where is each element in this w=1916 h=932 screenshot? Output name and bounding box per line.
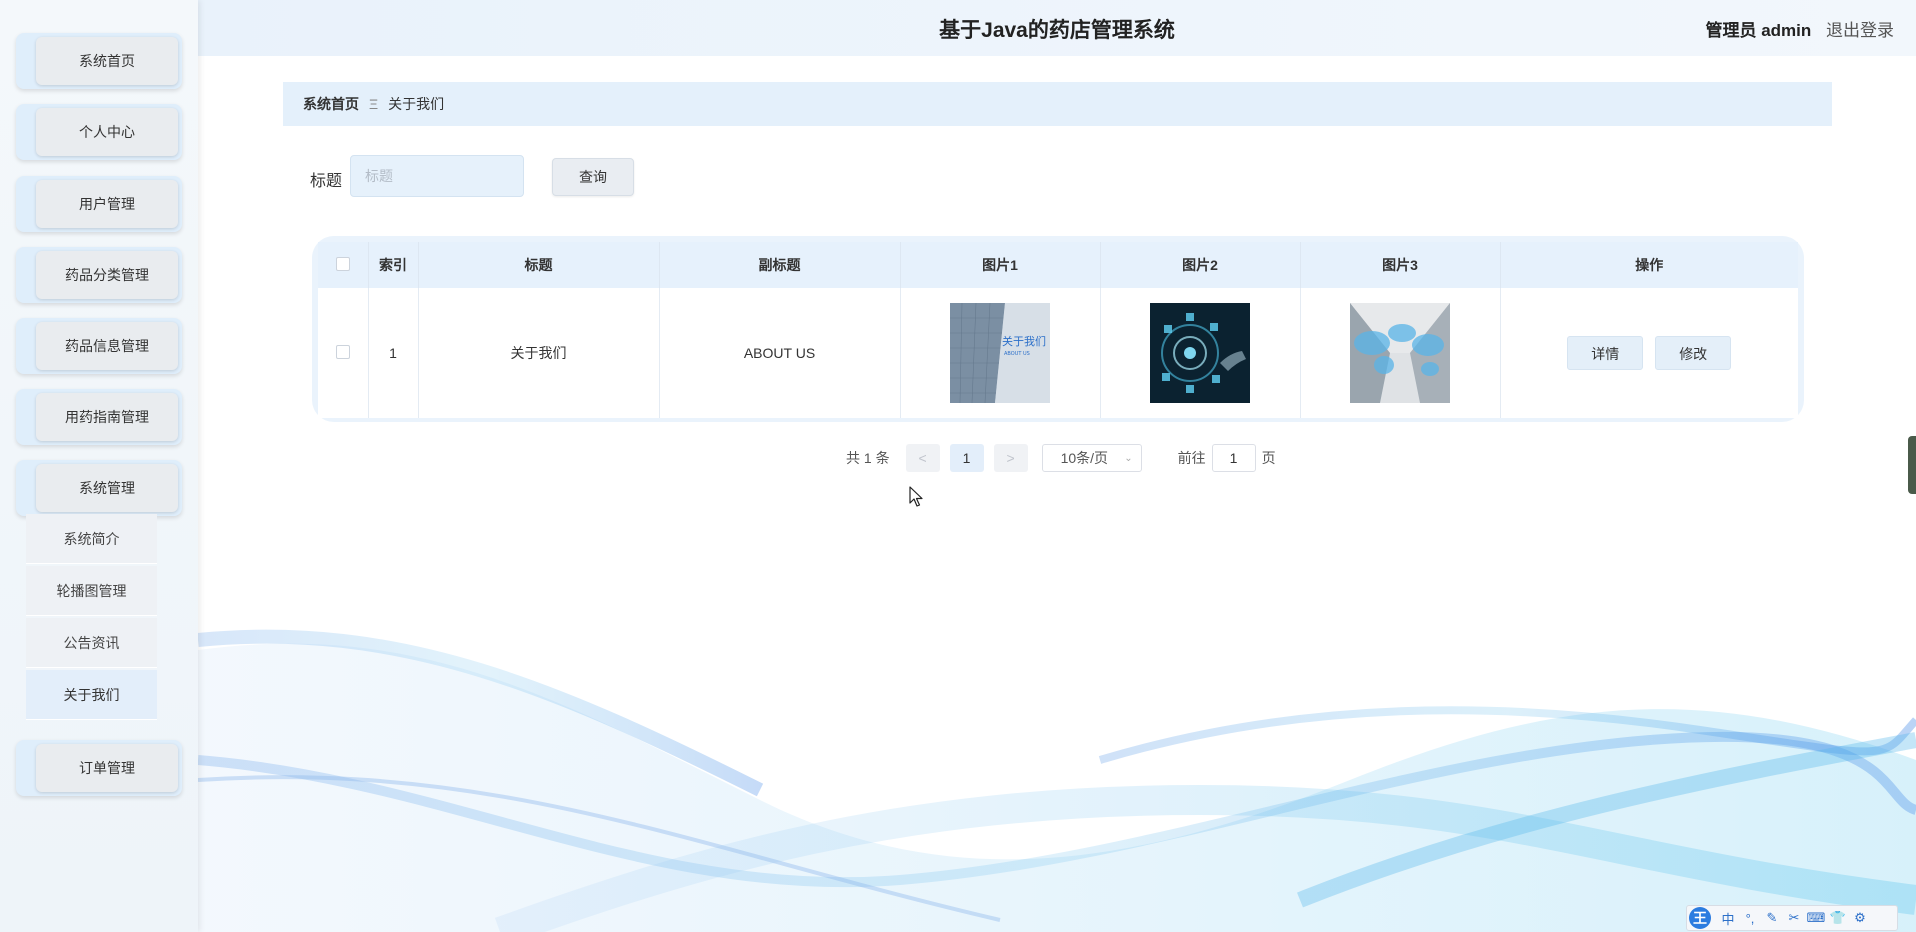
sidebar-item-user-management[interactable]: 用户管理 [16,176,182,232]
sidebar-item-home[interactable]: 系统首页 [16,33,182,89]
app-title: 基于Java的药店管理系统 [939,19,1175,42]
image1-caption: 关于我们 [1002,334,1046,348]
header-actions: 操作 [1635,257,1664,273]
sidebar-item-label: 用户管理 [36,180,178,228]
breadcrumb-home[interactable]: 系统首页 [303,94,359,114]
row-image3-cell [1300,288,1501,418]
sidebar-item-label: 个人中心 [36,108,178,156]
page-size-value: 10条/页 [1060,450,1109,466]
sidebar-item-drug-category[interactable]: 药品分类管理 [16,247,182,303]
submenu-item-carousel[interactable]: 轮播图管理 [26,566,157,616]
sidebar-item-label: 用药指南管理 [36,393,178,441]
ime-handwrite-icon[interactable]: ✎ [1761,910,1783,926]
ime-punctuation-icon[interactable]: °, [1739,911,1761,926]
header-index: 索引 [368,242,419,288]
header-image3: 图片3 [1300,242,1501,288]
data-table: 索引 标题 副标题 图片1 图片2 图片3 操作 1 关于我们 ABOUT US [318,242,1798,418]
breadcrumb: 系统首页 Ξ 关于我们 [283,82,1832,126]
header-subtitle: 副标题 [659,242,901,288]
breadcrumb-current: 关于我们 [388,96,445,112]
image2-tech-thumbnail[interactable] [1150,303,1250,403]
side-floating-tab[interactable] [1908,436,1916,494]
edit-button[interactable]: 修改 [1655,336,1732,370]
data-table-container: 索引 标题 副标题 图片1 图片2 图片3 操作 1 关于我们 ABOUT US [312,236,1804,422]
submenu-item-system-intro[interactable]: 系统简介 [26,514,157,564]
sidebar-item-label: 药品信息管理 [36,322,178,370]
image3-warehouse-thumbnail[interactable] [1350,303,1450,403]
mouse-cursor-icon [909,486,923,507]
sidebar: 系统首页 个人中心 用户管理 药品分类管理 药品信息管理 用药指南管理 系统管理… [0,0,198,932]
page-number-1[interactable]: 1 [949,444,984,472]
ime-logo-icon[interactable]: 王 [1689,907,1711,929]
sidebar-item-order-management[interactable]: 订单管理 [16,740,182,796]
row-title: 关于我们 [418,288,660,418]
row-image1-cell: 关于我们 ABOUT US [900,288,1101,418]
header-select-all[interactable] [318,242,369,288]
sidebar-item-label: 系统管理 [36,464,178,512]
sidebar-item-medication-guide[interactable]: 用药指南管理 [16,389,182,445]
admin-username: 管理员 admin [1705,21,1812,40]
sidebar-item-drug-info[interactable]: 药品信息管理 [16,318,182,374]
ime-chinese-mode[interactable]: 中 [1717,909,1739,928]
header-image2: 图片2 [1100,242,1301,288]
search-title-input[interactable] [350,155,524,197]
next-page-button[interactable]: > [993,444,1028,472]
image1-subcaption: ABOUT US [1004,351,1030,357]
chevron-down-icon: ⌄ [1124,452,1133,464]
image1-building-thumbnail[interactable]: 关于我们 ABOUT US [950,303,1050,403]
row-select-cell [318,288,369,418]
goto-label: 前往 [1177,450,1206,466]
sidebar-item-label: 订单管理 [36,744,178,792]
search-button[interactable]: 查询 [552,158,634,196]
detail-button[interactable]: 详情 [1567,336,1644,370]
submenu-item-about-us[interactable]: 关于我们 [26,670,157,720]
page-unit-label: 页 [1261,450,1276,466]
logout-link[interactable]: 退出登录 [1826,21,1894,40]
table-header-row: 索引 标题 副标题 图片1 图片2 图片3 操作 [318,242,1798,288]
page-size-select[interactable]: 10条/页 ⌄ [1041,444,1142,472]
header-title: 标题 [418,242,660,288]
table-row: 1 关于我们 ABOUT US 关于我们 ABOUT US 详情 修改 [318,288,1798,418]
submenu-item-announcements[interactable]: 公告资讯 [26,618,157,668]
ime-settings-icon[interactable]: ⚙ [1849,910,1871,926]
pagination-total: 共 1 条 [846,450,890,466]
row-index: 1 [368,288,419,418]
top-header: 基于Java的药店管理系统 管理员 admin 退出登录 [198,0,1916,56]
row-image2-cell [1100,288,1301,418]
row-subtitle: ABOUT US [659,288,901,418]
pagination: 共 1 条 < 1 > 10条/页 ⌄ 前往 页 [846,444,1276,472]
ime-toolbar: 王 中 °, ✎ ✂ ⌨ 👕 ⚙ [1686,905,1898,931]
goto-page-input[interactable] [1211,444,1256,472]
user-area: 管理员 admin 退出登录 [1705,16,1894,41]
sidebar-item-label: 系统首页 [36,37,178,85]
select-all-checkbox[interactable] [335,256,350,271]
prev-page-button[interactable]: < [905,444,940,472]
ime-skin-icon[interactable]: 👕 [1827,910,1849,926]
sidebar-item-system-management[interactable]: 系统管理 [16,460,182,516]
ime-keyboard-icon[interactable]: ⌨ [1805,910,1827,926]
search-label: 标题 [310,173,343,190]
sidebar-item-personal-center[interactable]: 个人中心 [16,104,182,160]
ime-scissors-icon[interactable]: ✂ [1783,910,1805,926]
sidebar-item-label: 药品分类管理 [36,251,178,299]
row-checkbox[interactable] [335,344,350,359]
header-image1: 图片1 [900,242,1101,288]
breadcrumb-separator-icon: Ξ [369,96,379,112]
row-actions-cell: 详情 修改 [1500,288,1798,418]
